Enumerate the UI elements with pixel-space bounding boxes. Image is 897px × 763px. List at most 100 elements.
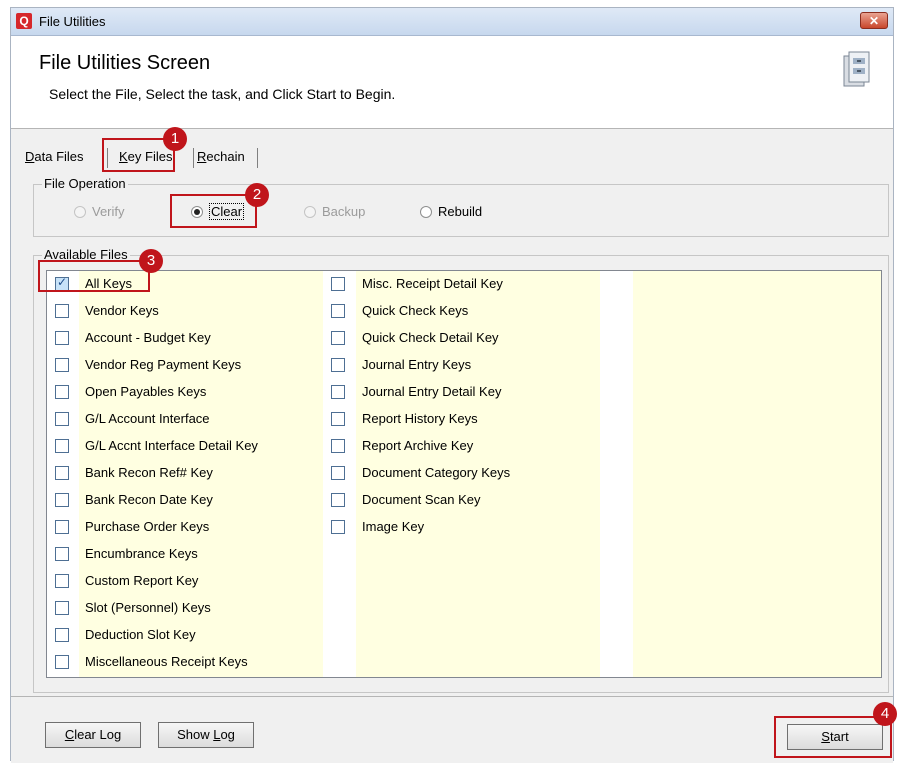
file-col1-checkbox-10[interactable] <box>55 547 69 561</box>
app-logo-icon: Q <box>16 13 32 29</box>
file-col2-label-4: Journal Entry Detail Key <box>362 384 502 399</box>
annotation-box-clear <box>170 194 257 228</box>
file-col2-label-3: Journal Entry Keys <box>362 357 472 372</box>
file-col2-label-5: Report History Keys <box>362 411 478 426</box>
file-utilities-window: Q File Utilities ✕ File Utilities Screen… <box>10 7 894 763</box>
file-col2-checkbox-6[interactable] <box>331 439 345 453</box>
annotation-badge-4: 4 <box>873 702 897 726</box>
list-item[interactable]: Journal Entry Detail Key <box>356 379 600 406</box>
file-col1-label-11: Custom Report Key <box>85 573 199 588</box>
radio-verify[interactable]: Verify <box>74 203 125 221</box>
radio-rebuild[interactable]: Rebuild <box>420 203 482 221</box>
file-col1-checkbox-11[interactable] <box>55 574 69 588</box>
file-col1-checkbox-2[interactable] <box>55 331 69 345</box>
file-col1-checkbox-9[interactable] <box>55 520 69 534</box>
file-col1-label-8: Bank Recon Date Key <box>85 492 213 507</box>
file-col2-checkbox-5[interactable] <box>331 412 345 426</box>
file-col1-checkbox-7[interactable] <box>55 466 69 480</box>
file-col1-label-12: Slot (Personnel) Keys <box>85 600 211 615</box>
show-log-button[interactable]: Show Log <box>158 722 254 748</box>
file-operation-label: File Operation <box>42 176 128 192</box>
file-col2-checkbox-3[interactable] <box>331 358 345 372</box>
file-col1-checkbox-5[interactable] <box>55 412 69 426</box>
annotation-box-all-keys <box>38 260 150 292</box>
list-item[interactable]: Slot (Personnel) Keys <box>79 595 323 622</box>
close-icon: ✕ <box>868 14 880 28</box>
file-col1-checkbox-13[interactable] <box>55 628 69 642</box>
list-item[interactable]: Purchase Order Keys <box>79 514 323 541</box>
file-col1-label-7: Bank Recon Ref# Key <box>85 465 213 480</box>
file-col1-checkbox-1[interactable] <box>55 304 69 318</box>
window-title: File Utilities <box>39 14 106 29</box>
file-col2-label-7: Document Category Keys <box>362 465 511 480</box>
file-col2-label-8: Document Scan Key <box>362 492 481 507</box>
available-files-grid: All KeysVendor KeysAccount - Budget KeyV… <box>46 270 882 678</box>
radio-backup[interactable]: Backup <box>304 203 365 221</box>
list-item[interactable]: G/L Accnt Interface Detail Key <box>79 433 323 460</box>
list-item[interactable]: Deduction Slot Key <box>79 622 323 649</box>
file-col2-checkbox-1[interactable] <box>331 304 345 318</box>
list-item[interactable]: Misc. Receipt Detail Key <box>356 271 600 298</box>
list-item[interactable]: Open Payables Keys <box>79 379 323 406</box>
file-col1-checkbox-6[interactable] <box>55 439 69 453</box>
file-col1-label-3: Vendor Reg Payment Keys <box>85 357 242 372</box>
file-col1-label-6: G/L Accnt Interface Detail Key <box>85 438 258 453</box>
page-title: File Utilities Screen <box>39 52 211 74</box>
list-item[interactable]: Report History Keys <box>356 406 600 433</box>
file-col2-checkbox-9[interactable] <box>331 520 345 534</box>
title-bar: Q File Utilities ✕ <box>11 8 893 36</box>
file-col1-label-14: Miscellaneous Receipt Keys <box>85 654 248 669</box>
file-col1-checkbox-3[interactable] <box>55 358 69 372</box>
list-item[interactable]: Document Category Keys <box>356 460 600 487</box>
annotation-badge-2: 2 <box>245 183 269 207</box>
footer-bar: Clear Log Show Log Start <box>11 696 893 763</box>
file-col1-label-5: G/L Account Interface <box>85 411 210 426</box>
file-col2-checkbox-0[interactable] <box>331 277 345 291</box>
file-operation-group: File Operation Verify Clear Backup Rebui… <box>33 176 889 237</box>
annotation-badge-1: 1 <box>163 127 187 151</box>
page-subtitle: Select the File, Select the task, and Cl… <box>49 86 396 102</box>
file-col1-checkbox-8[interactable] <box>55 493 69 507</box>
file-col2-label-0: Misc. Receipt Detail Key <box>362 276 503 291</box>
available-files-group: Available Files All KeysVendor KeysAccou… <box>33 247 889 693</box>
list-item[interactable]: Image Key <box>356 514 600 541</box>
list-item[interactable]: Bank Recon Ref# Key <box>79 460 323 487</box>
file-col2-checkbox-8[interactable] <box>331 493 345 507</box>
file-col1-label-2: Account - Budget Key <box>85 330 211 345</box>
header-panel: File Utilities Screen Select the File, S… <box>11 36 893 129</box>
list-item[interactable]: G/L Account Interface <box>79 406 323 433</box>
file-col1-label-4: Open Payables Keys <box>85 384 207 399</box>
file-cabinet-icon <box>843 51 870 87</box>
clear-log-button[interactable]: Clear Log <box>45 722 141 748</box>
file-col1-label-9: Purchase Order Keys <box>85 519 210 534</box>
list-item[interactable]: Vendor Keys <box>79 298 323 325</box>
file-col2-checkbox-2[interactable] <box>331 331 345 345</box>
file-col1-label-1: Vendor Keys <box>85 303 159 318</box>
file-col1-label-10: Encumbrance Keys <box>85 546 198 561</box>
file-col1-label-13: Deduction Slot Key <box>85 627 196 642</box>
list-item[interactable]: Bank Recon Date Key <box>79 487 323 514</box>
file-col2-checkbox-7[interactable] <box>331 466 345 480</box>
list-item[interactable]: Vendor Reg Payment Keys <box>79 352 323 379</box>
list-item[interactable]: Quick Check Detail Key <box>356 325 600 352</box>
list-item[interactable]: Report Archive Key <box>356 433 600 460</box>
file-col2-label-1: Quick Check Keys <box>362 303 469 318</box>
list-item[interactable]: Encumbrance Keys <box>79 541 323 568</box>
list-item[interactable]: Miscellaneous Receipt Keys <box>79 649 323 676</box>
list-item[interactable]: Account - Budget Key <box>79 325 323 352</box>
list-item[interactable]: Document Scan Key <box>356 487 600 514</box>
file-col2-checkbox-4[interactable] <box>331 385 345 399</box>
list-item[interactable]: Journal Entry Keys <box>356 352 600 379</box>
file-col2-label-6: Report Archive Key <box>362 438 474 453</box>
tab-rechain[interactable]: Rechain <box>193 146 257 170</box>
tab-data-files[interactable]: Data Files <box>21 146 99 170</box>
file-col1-checkbox-14[interactable] <box>55 655 69 669</box>
annotation-badge-3: 3 <box>139 249 163 273</box>
file-col1-checkbox-12[interactable] <box>55 601 69 615</box>
close-button[interactable]: ✕ <box>860 12 888 29</box>
file-col2-label-2: Quick Check Detail Key <box>362 330 499 345</box>
file-col1-checkbox-4[interactable] <box>55 385 69 399</box>
list-item[interactable]: Custom Report Key <box>79 568 323 595</box>
file-col2-label-9: Image Key <box>362 519 425 534</box>
list-item[interactable]: Quick Check Keys <box>356 298 600 325</box>
